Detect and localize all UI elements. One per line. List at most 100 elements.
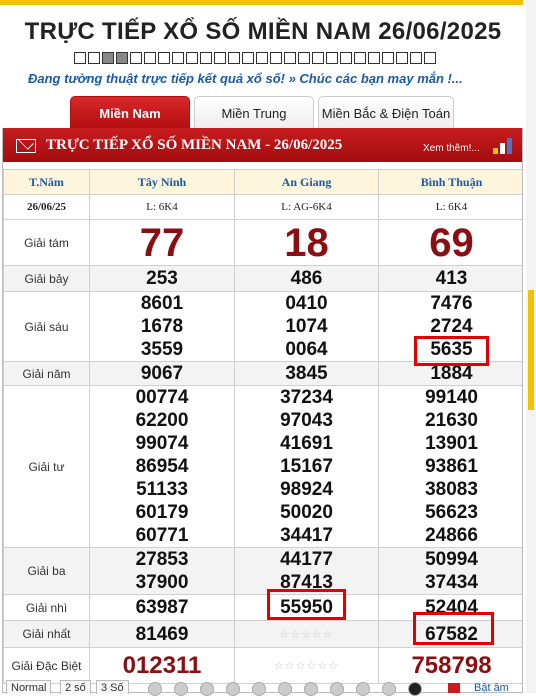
yin-yang-icon[interactable] xyxy=(408,682,422,696)
prize-value: 44177 xyxy=(280,549,333,570)
two-digit-button[interactable]: 2 số xyxy=(60,680,91,694)
province-header[interactable]: An Giang xyxy=(234,169,379,195)
live-marquee[interactable]: Đang tường thuật trực tiếp kết quả xổ số… xyxy=(28,71,463,86)
special-prize-value: 758798 xyxy=(378,647,522,684)
prize-value: 7476 xyxy=(430,293,473,314)
mail-icon xyxy=(16,139,36,153)
draw-date-row: 26/06/25 L: 6K4 L: AG-6K4 L: 6K4 xyxy=(3,194,522,220)
highlight-box xyxy=(413,612,494,645)
prize-cell: 8601 1678 3559 xyxy=(89,291,235,362)
prize-cell: 50994 37434 xyxy=(378,547,522,595)
prize-value: 0064 xyxy=(285,339,328,360)
prize-label: Giải tư xyxy=(3,385,90,548)
normal-button[interactable]: Normal xyxy=(6,680,52,694)
region-tabs: Miền Nam Miền Trung Miền Bắc & Điện Toán xyxy=(70,96,454,128)
prize-value: 0410 xyxy=(285,293,328,314)
digit-ball-5[interactable] xyxy=(278,682,292,696)
tab-mien-bac-dien-toan[interactable]: Miền Bắc & Điện Toán xyxy=(318,96,454,128)
results-panel: TRỰC TIẾP XỔ SỐ MIỀN NAM - 26/06/2025 Xe… xyxy=(2,128,523,693)
province-header[interactable]: Tây Ninh xyxy=(89,169,235,195)
digit-ball-8[interactable] xyxy=(356,682,370,696)
ticket-code: L: 6K4 xyxy=(89,194,235,220)
prize-label: Giải nhất xyxy=(3,620,90,648)
pending-placeholder: ☆☆☆☆☆☆ xyxy=(234,647,379,684)
prize-value: 3559 xyxy=(140,339,184,360)
prize-value: 38083 xyxy=(425,479,478,500)
digit-ball-3[interactable] xyxy=(226,682,240,696)
tab-mien-trung[interactable]: Miền Trung xyxy=(194,96,314,128)
top-accent-bar xyxy=(0,0,523,5)
prize-value: 98924 xyxy=(280,479,333,500)
prize-value: 2724 xyxy=(430,316,473,337)
highlight-box xyxy=(414,336,489,366)
prize-value: 41691 xyxy=(280,433,333,454)
see-more-link[interactable]: Xem thêm!... xyxy=(423,143,480,154)
prize-cell: 37234 97043 41691 15167 98924 50020 3441… xyxy=(234,385,379,548)
prize-value: 3845 xyxy=(234,361,379,386)
digit-ball-7[interactable] xyxy=(330,682,344,696)
stats-icon xyxy=(493,138,515,154)
prize-value: 63987 xyxy=(89,594,235,621)
prize-cell: 00774 62200 99074 86954 51133 60179 6077… xyxy=(89,385,235,548)
results-table: T.Năm Tây Ninh An Giang Bình Thuận 26/06… xyxy=(3,169,522,684)
prize-value: 1678 xyxy=(140,316,184,337)
prize-value: 34417 xyxy=(280,525,333,546)
prize-value: 50020 xyxy=(280,502,333,523)
prize-value: 99140 xyxy=(425,387,478,408)
table-header-row: T.Năm Tây Ninh An Giang Bình Thuận xyxy=(3,169,522,195)
prize-cell: 0410 1074 0064 xyxy=(234,291,379,362)
prize-value: 69 xyxy=(378,219,522,266)
scrollbar[interactable] xyxy=(526,0,536,693)
prize-value: 24866 xyxy=(425,525,478,546)
prize-row-3: Giải ba 27853 37900 44177 87413 50994 37… xyxy=(3,547,522,595)
prize-value: 62200 xyxy=(135,410,189,431)
prize-value: 37234 xyxy=(280,387,333,408)
digit-ball-4[interactable] xyxy=(252,682,266,696)
prize-value: 93861 xyxy=(425,456,478,477)
prize-value: 486 xyxy=(234,265,379,292)
prize-row-special: Giải Đặc Biệt 012311 ☆☆☆☆☆☆ 758798 xyxy=(3,647,522,684)
prize-value: 86954 xyxy=(135,456,189,477)
prize-value: 253 xyxy=(89,265,235,292)
prize-value: 50994 xyxy=(425,549,478,570)
digit-ball-2[interactable] xyxy=(200,682,214,696)
ticket-code: L: 6K4 xyxy=(378,194,522,220)
highlight-box xyxy=(267,589,346,620)
digit-ball-6[interactable] xyxy=(304,682,318,696)
prize-value: 27853 xyxy=(135,549,189,570)
prize-value: 15167 xyxy=(280,456,333,477)
prize-value: 18 xyxy=(234,219,379,266)
prize-cell: 99140 21630 13901 93861 38083 56623 2486… xyxy=(378,385,522,548)
bottom-toolbar: Normal 2 số 3 Số Bật âm xyxy=(0,680,536,696)
prize-value: 00774 xyxy=(135,387,189,408)
digit-ball-0[interactable] xyxy=(148,682,162,696)
prize-label: Giải bảy xyxy=(3,265,90,292)
prize-value: 77 xyxy=(89,219,235,266)
prize-value: 413 xyxy=(378,265,522,292)
speaker-icon[interactable] xyxy=(448,683,460,693)
prize-value: 99074 xyxy=(135,433,189,454)
prize-row-4: Giải tư 00774 62200 99074 86954 51133 60… xyxy=(3,385,522,548)
prize-cell: 27853 37900 xyxy=(89,547,235,595)
prize-value: 56623 xyxy=(425,502,478,523)
panel-title: TRỰC TIẾP XỔ SỐ MIỀN NAM - 26/06/2025 xyxy=(46,137,343,153)
province-header[interactable]: Bình Thuận xyxy=(378,169,522,195)
special-prize-value: 012311 xyxy=(89,647,235,684)
prize-label: Giải tám xyxy=(3,219,90,266)
prize-value: 51133 xyxy=(136,479,188,500)
prize-value: 21630 xyxy=(425,410,478,431)
panel-header: TRỰC TIẾP XỔ SỐ MIỀN NAM - 26/06/2025 Xe… xyxy=(3,128,522,162)
sound-toggle[interactable]: Bật âm xyxy=(474,682,509,694)
prize-label: Giải Đặc Biệt xyxy=(3,647,90,684)
prize-label: Giải ba xyxy=(3,547,90,595)
three-digit-button[interactable]: 3 Số xyxy=(96,680,129,694)
tab-mien-nam[interactable]: Miền Nam xyxy=(70,96,190,128)
prize-value: 13901 xyxy=(425,433,478,454)
prize-value: 8601 xyxy=(140,293,184,314)
progress-squares xyxy=(74,52,436,64)
digit-ball-1[interactable] xyxy=(174,682,188,696)
draw-date: 26/06/25 xyxy=(3,194,90,220)
digit-ball-9[interactable] xyxy=(382,682,396,696)
prize-value: 37900 xyxy=(135,572,189,593)
prize-row-8: Giải tám 77 18 69 xyxy=(3,219,522,266)
